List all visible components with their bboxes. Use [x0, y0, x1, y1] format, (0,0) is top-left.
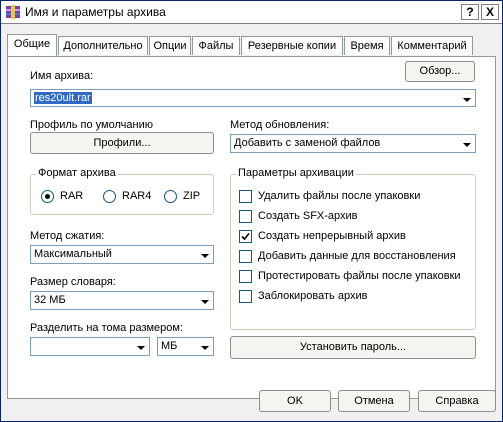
update-method-value: Добавить с заменой файлов: [234, 137, 381, 149]
help-button[interactable]: Справка: [418, 390, 496, 412]
checkbox-solid[interactable]: [239, 230, 252, 243]
cancel-button[interactable]: Отмена: [338, 390, 410, 412]
tab-advanced[interactable]: Дополнительно: [58, 36, 148, 55]
checkmark-icon: [241, 232, 250, 241]
compression-select[interactable]: Максимальный: [30, 245, 214, 264]
checkbox-delete-after[interactable]: [239, 190, 252, 203]
dictionary-select[interactable]: 32 МБ: [30, 291, 214, 310]
archive-format-group: Формат архива RAR RAR4 ZIP: [30, 167, 214, 215]
archive-name-combo[interactable]: res20ult.rar: [30, 89, 476, 107]
split-unit-value: МБ: [161, 340, 178, 352]
tab-files[interactable]: Файлы: [192, 36, 240, 55]
tab-backup[interactable]: Резервные копии: [241, 36, 343, 55]
radio-zip-label[interactable]: ZIP: [183, 190, 200, 202]
solid-label[interactable]: Создать непрерывный архив: [258, 230, 406, 242]
archive-name-label: Имя архива:: [30, 70, 94, 82]
dictionary-value: 32 МБ: [34, 294, 66, 306]
lock-label[interactable]: Заблокировать архив: [258, 290, 367, 302]
title-bar[interactable]: Имя и параметры архива ? X: [1, 1, 502, 24]
archive-params-group: Параметры архивации Удалить файлы после …: [230, 167, 476, 330]
ok-button[interactable]: OK: [259, 390, 331, 412]
help-title-button[interactable]: ?: [461, 4, 479, 20]
chevron-down-icon[interactable]: [197, 247, 212, 262]
dictionary-label: Размер словаря:: [30, 276, 116, 288]
checkbox-sfx[interactable]: [239, 210, 252, 223]
close-title-button[interactable]: X: [481, 4, 499, 20]
tab-general[interactable]: Общие: [7, 34, 57, 56]
set-password-button[interactable]: Установить пароль...: [230, 336, 476, 359]
recovery-label[interactable]: Добавить данные для восстановления: [258, 250, 456, 262]
sfx-label[interactable]: Создать SFX-архив: [258, 210, 358, 222]
compression-label: Метод сжатия:: [30, 230, 105, 242]
radio-rar[interactable]: [41, 190, 54, 203]
browse-button[interactable]: Обзор...: [405, 61, 475, 82]
radio-rar4[interactable]: [103, 190, 116, 203]
update-method-select[interactable]: Добавить с заменой файлов: [230, 134, 476, 153]
general-tab-panel: Имя архива: Обзор... res20ult.rar Профил…: [7, 56, 496, 399]
radio-zip[interactable]: [164, 190, 177, 203]
split-label: Разделить на тома размером:: [30, 322, 184, 334]
chevron-down-icon[interactable]: [197, 293, 212, 308]
chevron-down-icon[interactable]: [459, 91, 474, 105]
delete-after-label[interactable]: Удалить файлы после упаковки: [258, 190, 420, 202]
split-unit-select[interactable]: МБ: [157, 337, 214, 356]
radio-rar4-label[interactable]: RAR4: [122, 190, 151, 202]
checkbox-lock[interactable]: [239, 290, 252, 303]
dialog-client: Общие Дополнительно Опции Файлы Резервны…: [1, 24, 502, 421]
tab-time[interactable]: Время: [344, 36, 390, 55]
tab-options[interactable]: Опции: [149, 36, 191, 55]
test-label[interactable]: Протестировать файлы после упаковки: [258, 270, 461, 282]
checkbox-recovery[interactable]: [239, 250, 252, 263]
compression-value: Максимальный: [34, 248, 112, 260]
update-method-label: Метод обновления:: [230, 119, 330, 131]
archive-dialog: Имя и параметры архива ? X Общие Дополни…: [0, 0, 503, 422]
archive-format-label: Формат архива: [36, 167, 118, 179]
chevron-down-icon[interactable]: [133, 339, 148, 354]
archive-name-value[interactable]: res20ult.rar: [34, 92, 92, 104]
radio-rar-label[interactable]: RAR: [60, 190, 83, 202]
winrar-icon: [6, 5, 20, 19]
profiles-button[interactable]: Профили...: [30, 132, 214, 154]
archive-params-label: Параметры архивации: [236, 167, 356, 179]
split-size-combo[interactable]: [30, 337, 150, 356]
tab-comment[interactable]: Комментарий: [391, 36, 473, 55]
window-title: Имя и параметры архива: [25, 5, 166, 19]
chevron-down-icon[interactable]: [459, 136, 474, 151]
profile-label: Профиль по умолчанию: [30, 119, 153, 131]
chevron-down-icon[interactable]: [197, 339, 212, 354]
checkbox-test[interactable]: [239, 270, 252, 283]
